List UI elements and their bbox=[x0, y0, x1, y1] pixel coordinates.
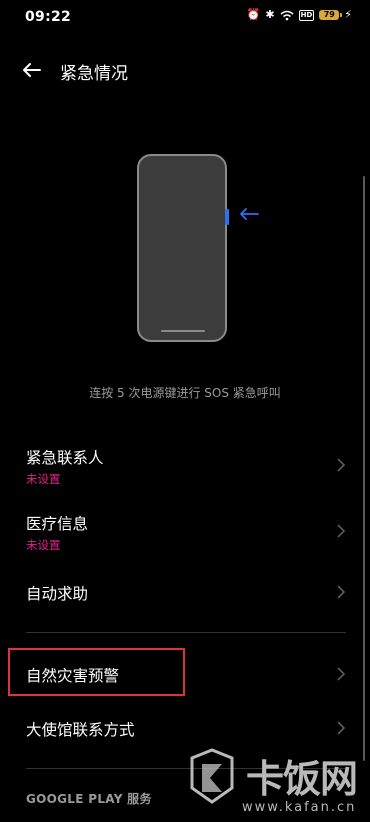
divider bbox=[26, 632, 346, 633]
item-title: 大使馆联系方式 bbox=[26, 721, 135, 739]
back-button[interactable] bbox=[18, 56, 46, 84]
sos-caption: 连按 5 次电源键进行 SOS 紧急呼叫 bbox=[89, 386, 281, 400]
item-subtitle: 未设置 bbox=[26, 538, 61, 552]
watermark-url: www.kafan.cn bbox=[242, 800, 357, 815]
item-title: 自动求助 bbox=[26, 585, 89, 603]
list-item-medical-info[interactable]: 医疗信息 未设置 bbox=[0, 504, 370, 556]
list-item-auto-help[interactable]: 自动求助 bbox=[0, 570, 370, 614]
phone-body bbox=[137, 154, 227, 342]
list-item-emergency-contacts[interactable]: 紧急联系人 未设置 bbox=[0, 438, 370, 490]
watermark: 卡饭网 www.kafan.cn bbox=[182, 746, 370, 822]
highlight-box bbox=[8, 648, 185, 696]
list-item-embassy-contacts[interactable]: 大使馆联系方式 bbox=[0, 706, 370, 750]
hd-badge: HD bbox=[298, 9, 315, 21]
kafan-logo-icon bbox=[190, 748, 234, 804]
section-header-google-play: GOOGLE PLAY 服务 bbox=[26, 792, 152, 806]
page-title: 紧急情况 bbox=[60, 64, 128, 84]
chevron-right-icon bbox=[337, 721, 346, 735]
chevron-right-icon bbox=[337, 585, 346, 599]
charging-icon: ⚡ bbox=[344, 8, 352, 21]
battery-icon: 79 bbox=[319, 10, 343, 20]
status-time: 09:22 bbox=[25, 9, 72, 25]
home-indicator bbox=[161, 330, 205, 332]
item-subtitle: 未设置 bbox=[26, 472, 61, 486]
header: 紧急情况 bbox=[0, 50, 370, 90]
chevron-right-icon bbox=[337, 458, 346, 472]
arrow-left-icon bbox=[240, 208, 259, 220]
watermark-text: 卡饭网 bbox=[246, 757, 358, 801]
bluetooth-icon: ✱ bbox=[265, 8, 275, 21]
chevron-right-icon bbox=[337, 667, 346, 681]
alarm-icon: ⏰ bbox=[246, 8, 261, 21]
wifi-icon bbox=[280, 10, 294, 20]
item-title: 医疗信息 bbox=[26, 515, 89, 533]
chevron-right-icon bbox=[337, 524, 346, 538]
status-bar: 09:22 ⏰ ✱ HD 79 ⚡ bbox=[0, 0, 370, 34]
status-icons: ⏰ ✱ HD 79 ⚡ bbox=[247, 8, 352, 22]
back-arrow-icon bbox=[23, 63, 41, 77]
scrollbar[interactable] bbox=[363, 176, 365, 761]
phone-illustration bbox=[137, 154, 229, 342]
item-title: 紧急联系人 bbox=[26, 449, 104, 467]
power-key-highlight bbox=[225, 209, 229, 225]
